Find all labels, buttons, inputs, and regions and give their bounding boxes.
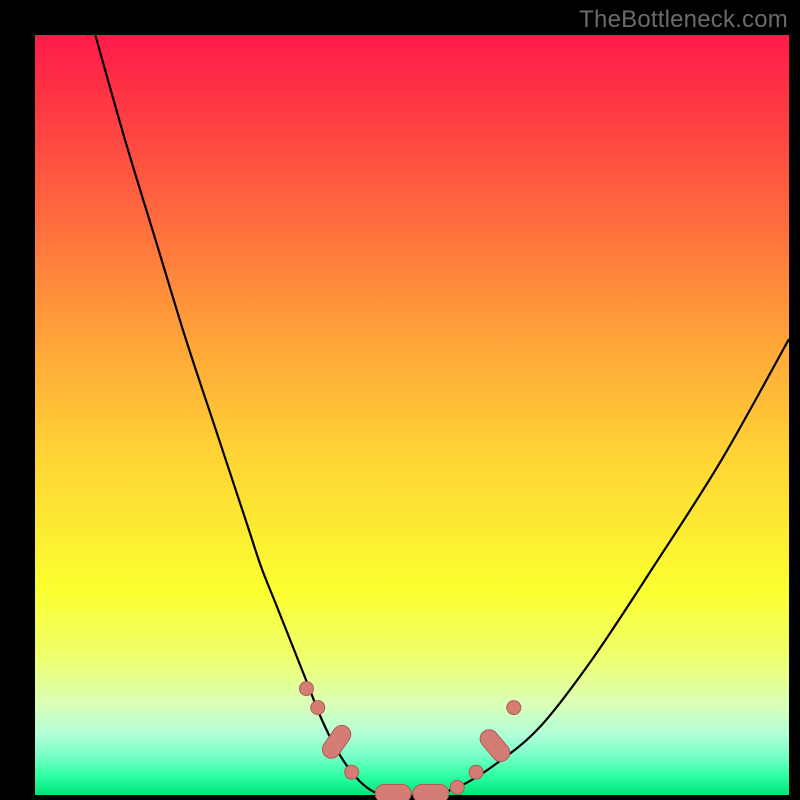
marker-pill xyxy=(375,784,411,800)
chart-frame: TheBottleneck.com xyxy=(0,0,800,800)
marker-dot xyxy=(469,765,483,779)
marker-dot xyxy=(450,780,464,794)
plot-area xyxy=(35,35,789,795)
marker-group xyxy=(299,682,520,800)
curve-layer xyxy=(35,35,789,795)
watermark-text: TheBottleneck.com xyxy=(579,6,788,34)
marker-dot xyxy=(299,682,313,696)
marker-dot xyxy=(311,701,325,715)
marker-pill xyxy=(319,722,354,762)
marker-dot xyxy=(345,765,359,779)
marker-pill xyxy=(413,784,449,800)
bottleneck-curve xyxy=(95,35,789,796)
marker-dot xyxy=(507,701,521,715)
marker-pill xyxy=(476,726,513,765)
